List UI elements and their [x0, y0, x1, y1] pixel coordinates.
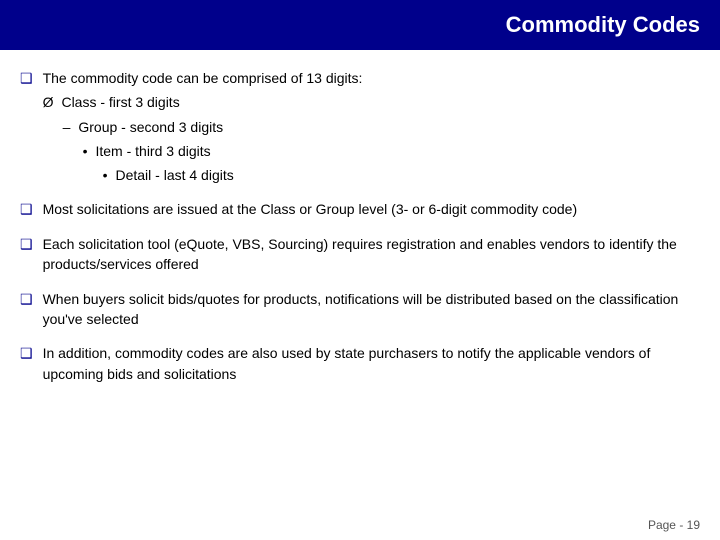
- main-content: ❑ The commodity code can be comprised of…: [0, 50, 720, 408]
- bullet-icon-5: ❑: [20, 344, 33, 364]
- header-title: Commodity Codes: [506, 12, 700, 37]
- dot-icon-2: •: [103, 165, 108, 185]
- bullet-text-3: Each solicitation tool (eQuote, VBS, Sou…: [43, 234, 690, 275]
- bullet-text-5: In addition, commodity codes are also us…: [43, 343, 690, 384]
- bullet-item-4: ❑ When buyers solicit bids/quotes for pr…: [20, 289, 690, 330]
- class-label: Class - first 3 digits: [61, 92, 179, 112]
- sub-list-1: Ø Class - first 3 digits – Group - secon…: [43, 92, 363, 185]
- bullet-item-2: ❑ Most solicitations are issued at the C…: [20, 199, 690, 220]
- page-number: Page - 19: [648, 518, 700, 532]
- bullet-item-3: ❑ Each solicitation tool (eQuote, VBS, S…: [20, 234, 690, 275]
- bullet-text-1: The commodity code can be comprised of 1…: [43, 70, 363, 86]
- bullet-icon-4: ❑: [20, 290, 33, 310]
- bullet-item-5: ❑ In addition, commodity codes are also …: [20, 343, 690, 384]
- bullet-icon-1: ❑: [20, 69, 33, 89]
- bullet-icon-3: ❑: [20, 235, 33, 255]
- bullet-item-1: ❑ The commodity code can be comprised of…: [20, 68, 690, 185]
- arrow-icon: Ø: [43, 92, 54, 112]
- bullet-text-2: Most solicitations are issued at the Cla…: [43, 199, 578, 219]
- sub-item-dot2: • Detail - last 4 digits: [103, 165, 363, 185]
- page-header: Commodity Codes: [0, 0, 720, 50]
- sub-item-dot1: • Item - third 3 digits: [83, 141, 363, 161]
- bullet-text-4: When buyers solicit bids/quotes for prod…: [43, 289, 690, 330]
- sub-item-arrow: Ø Class - first 3 digits: [43, 92, 363, 112]
- item-label: Item - third 3 digits: [95, 141, 210, 161]
- dash-icon: –: [63, 117, 71, 137]
- dot-icon-1: •: [83, 141, 88, 161]
- page-footer: Page - 19: [648, 518, 700, 532]
- detail-label: Detail - last 4 digits: [115, 165, 233, 185]
- bullet-icon-2: ❑: [20, 200, 33, 220]
- group-label: Group - second 3 digits: [78, 117, 223, 137]
- sub-item-dash: – Group - second 3 digits: [63, 117, 363, 137]
